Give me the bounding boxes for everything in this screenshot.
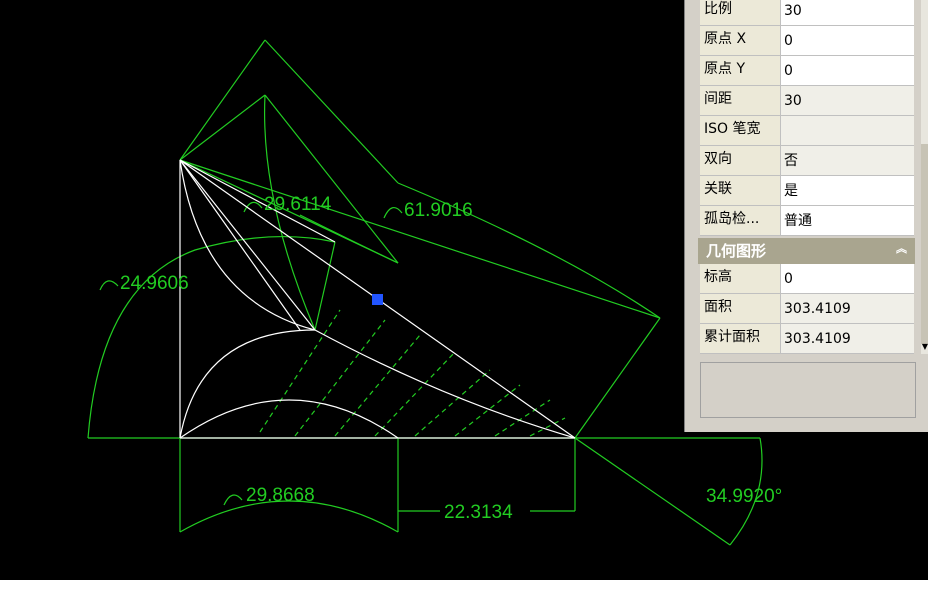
prop-label: 原点 X [700, 26, 781, 55]
description-box [700, 362, 916, 418]
section-title: 几何图形 [706, 242, 767, 260]
prop-row-area[interactable]: 面积 303.4109 [700, 294, 914, 324]
prop-row-associative[interactable]: 关联是 [700, 176, 914, 206]
dimension-lines [87, 39, 763, 546]
prop-value[interactable]: 0 [781, 264, 914, 293]
prop-label: 累计面积 [700, 324, 781, 353]
prop-row-scale[interactable]: 比例 30 [700, 0, 914, 26]
dim-arc-29-6114: 29.6114 [264, 194, 332, 215]
geometry-properties: 标高 0 面积 303.4109 累计面积 303.4109 [700, 264, 914, 354]
prop-row-island[interactable]: 孤岛检... 普通 [700, 206, 914, 236]
prop-value[interactable]: 是 [781, 176, 914, 205]
prop-row-cumulative-area[interactable]: 累计面积 303.4109 [700, 324, 914, 354]
prop-value: 303.4109 [781, 324, 914, 353]
prop-value[interactable]: 普通 [781, 206, 914, 235]
properties-palette: 比例 30 原点 X0 原点 Y0 间距 30 ISO 笔宽 双向否 关联是 孤岛检… [684, 0, 928, 432]
prop-label: 比例 [700, 0, 781, 25]
hatch-properties: 比例 30 原点 X0 原点 Y0 间距 30 ISO 笔宽 双向否 关联是 孤岛检… [700, 0, 914, 236]
prop-label: 双向 [700, 146, 781, 175]
prop-label: 标高 [700, 264, 781, 293]
prop-label: 原点 Y [700, 56, 781, 85]
scrollbar-thumb[interactable] [921, 144, 928, 344]
prop-label: 间距 [700, 86, 781, 115]
prop-row-iso-pen[interactable]: ISO 笔宽 [700, 116, 914, 146]
dim-arc-61-9016: 61.9016 [404, 200, 473, 221]
collapse-chevron-icon[interactable]: ︽ [896, 238, 907, 260]
prop-row-origin-y[interactable]: 原点 Y0 [700, 56, 914, 86]
prop-value[interactable]: 0 [781, 26, 914, 55]
scroll-down-icon[interactable]: ▼ [921, 342, 928, 352]
prop-label: 孤岛检... [700, 206, 781, 235]
dim-arc-29-8668: 29.8668 [246, 485, 315, 506]
prop-value[interactable]: 30 [781, 86, 914, 115]
prop-label: ISO 笔宽 [700, 116, 781, 145]
dim-angle-34-992: 34.9920° [706, 486, 782, 507]
prop-row-double[interactable]: 双向否 [700, 146, 914, 176]
prop-value[interactable]: 0 [781, 56, 914, 85]
prop-row-spacing[interactable]: 间距 30 [700, 86, 914, 116]
prop-value[interactable] [781, 116, 914, 145]
prop-label: 面积 [700, 294, 781, 323]
dim-arc-24-9606: 24.9606 [120, 273, 189, 294]
selection-grip[interactable] [372, 294, 383, 305]
prop-row-elevation[interactable]: 标高 0 [700, 264, 914, 294]
dim-linear-22-3134: 22.3134 [444, 502, 513, 523]
prop-value: 303.4109 [781, 294, 914, 323]
status-strip [0, 580, 928, 590]
prop-value[interactable]: 30 [781, 0, 914, 25]
prop-value[interactable]: 否 [781, 146, 914, 175]
prop-row-origin-x[interactable]: 原点 X0 [700, 26, 914, 56]
prop-label: 关联 [700, 176, 781, 205]
geometry-section-header[interactable]: 几何图形 ︽ [698, 238, 915, 264]
